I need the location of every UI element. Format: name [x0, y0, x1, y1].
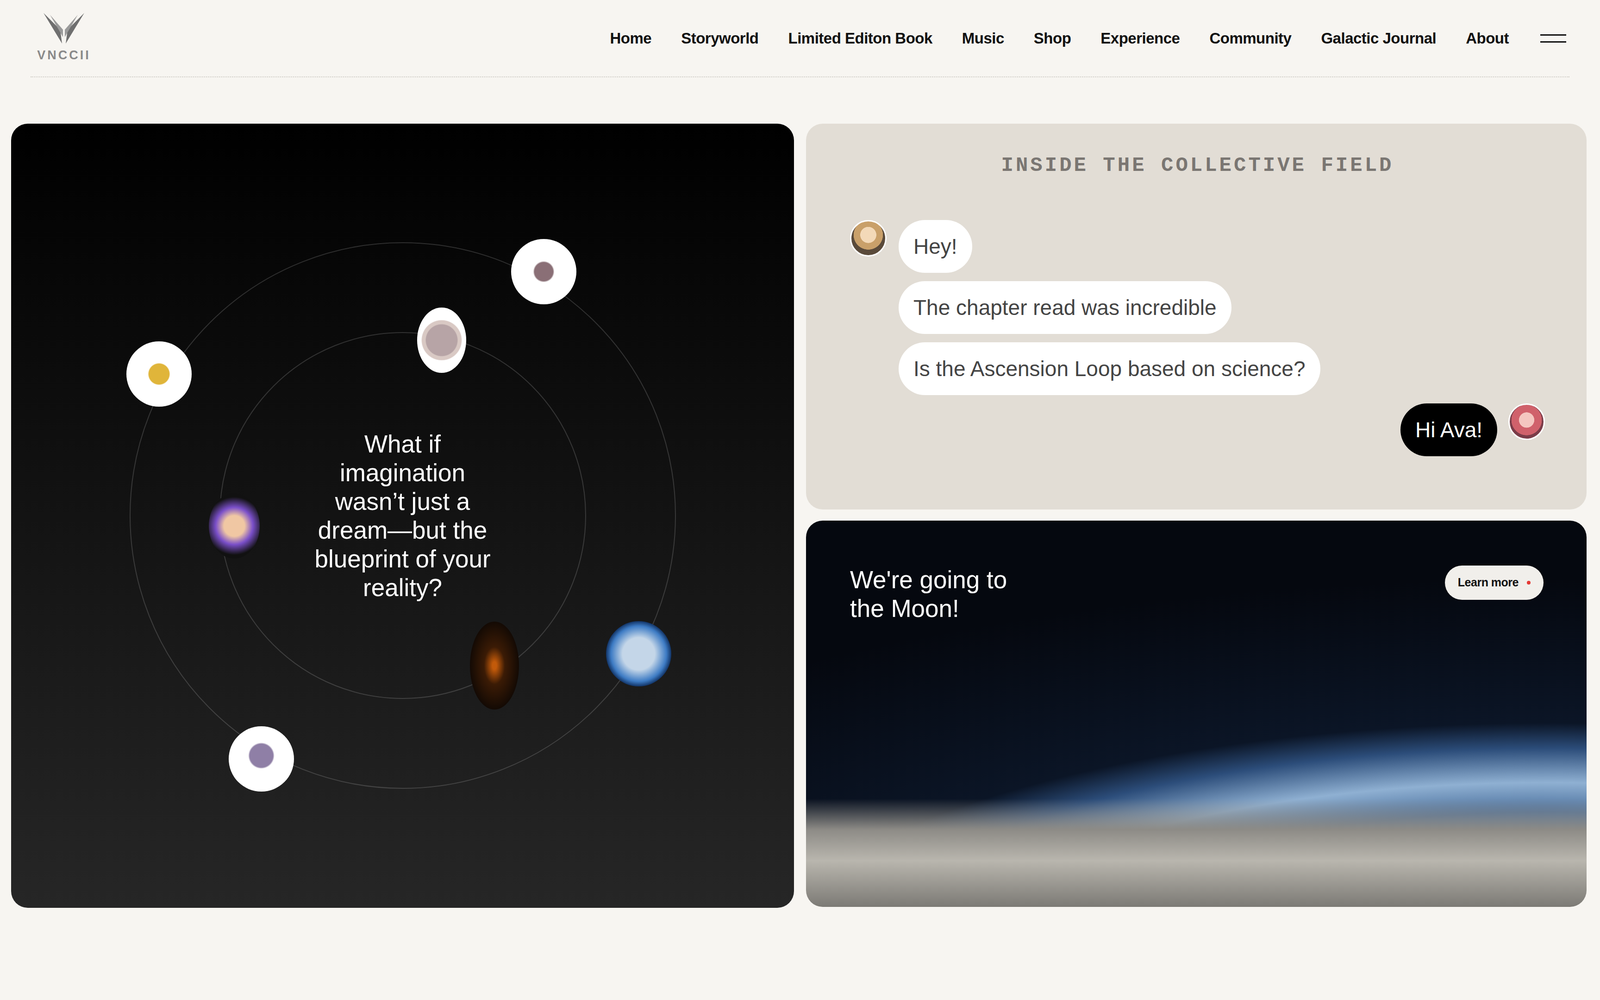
nav-link[interactable]: Community: [1209, 26, 1292, 50]
user-avatar: [1508, 403, 1545, 440]
chat-bubble: The chapter read was incredible: [898, 281, 1232, 334]
learn-more-label: Learn more: [1457, 573, 1519, 592]
figure-node[interactable]: [126, 341, 192, 407]
chat-bubble: Is the Ascension Loop based on science?: [898, 342, 1321, 395]
ava-avatar: [850, 219, 887, 257]
headline-line: imagination: [282, 458, 524, 488]
chat-row: The chapter read was incredible: [850, 281, 1545, 334]
orbit-headline: What ifimaginationwasn’t just adream—but…: [282, 429, 524, 602]
badge-node[interactable]: [417, 307, 467, 373]
main-nav: Home Storyworld Limited Editon Book Music Sh…: [609, 26, 1567, 50]
nav-link[interactable]: Experience: [1100, 26, 1180, 50]
nav-link[interactable]: Galactic Journal: [1320, 26, 1437, 50]
orbit-panel: What ifimaginationwasn’t just adream—but…: [11, 123, 794, 908]
chat-title: INSIDE THE COLLECTIVE FIELD: [850, 153, 1545, 178]
chat-bubble: Hey!: [898, 219, 973, 273]
nav-link[interactable]: Music: [962, 26, 1005, 50]
learn-more-button[interactable]: Learn more: [1444, 565, 1544, 600]
headline-line: wasn’t just a: [282, 487, 524, 516]
nav-link[interactable]: Shop: [1033, 26, 1071, 50]
chat-panel: INSIDE THE COLLECTIVE FIELD Hey! The chapt…: [806, 123, 1587, 510]
promo-header: We're going tothe Moon! Learn more: [806, 520, 1587, 623]
book-node[interactable]: [208, 493, 260, 559]
headline-line: blueprint of your: [282, 544, 524, 574]
nav-link[interactable]: About: [1465, 26, 1509, 50]
globe-node[interactable]: [606, 620, 672, 687]
promo-title-line: the Moon!: [850, 593, 1007, 623]
chat-row: Is the Ascension Loop based on science?: [850, 342, 1545, 395]
menu-icon[interactable]: [1540, 34, 1567, 43]
nav-link[interactable]: Home: [609, 26, 652, 50]
headline-line: reality?: [282, 573, 524, 602]
orbit-ring: [219, 331, 587, 699]
wings-logo-icon: [41, 11, 87, 48]
site-header: VNCCII Home Storyworld Limited Editon Book M…: [30, 0, 1570, 78]
statue-node[interactable]: [228, 725, 294, 792]
promo-title-line: We're going to: [850, 565, 1007, 594]
chat-bubble: Hi Ava!: [1400, 403, 1498, 457]
dot-icon: [1526, 580, 1531, 585]
nav-link[interactable]: Limited Editon Book: [787, 26, 932, 50]
nav-link[interactable]: Storyworld: [681, 26, 759, 50]
angel-node[interactable]: [511, 238, 577, 305]
chat-row: Hi Ava!: [850, 403, 1545, 457]
promo-title: We're going tothe Moon!: [850, 565, 1007, 623]
headline-line: What if: [282, 429, 524, 459]
headline-line: dream—but the: [282, 515, 524, 545]
chat-row: Hey!: [850, 219, 1545, 273]
logo[interactable]: VNCCII: [30, 11, 98, 62]
fork-node[interactable]: [469, 621, 519, 710]
moon-promo: We're going tothe Moon! Learn more: [806, 520, 1587, 907]
logo-text: VNCCII: [37, 49, 91, 62]
